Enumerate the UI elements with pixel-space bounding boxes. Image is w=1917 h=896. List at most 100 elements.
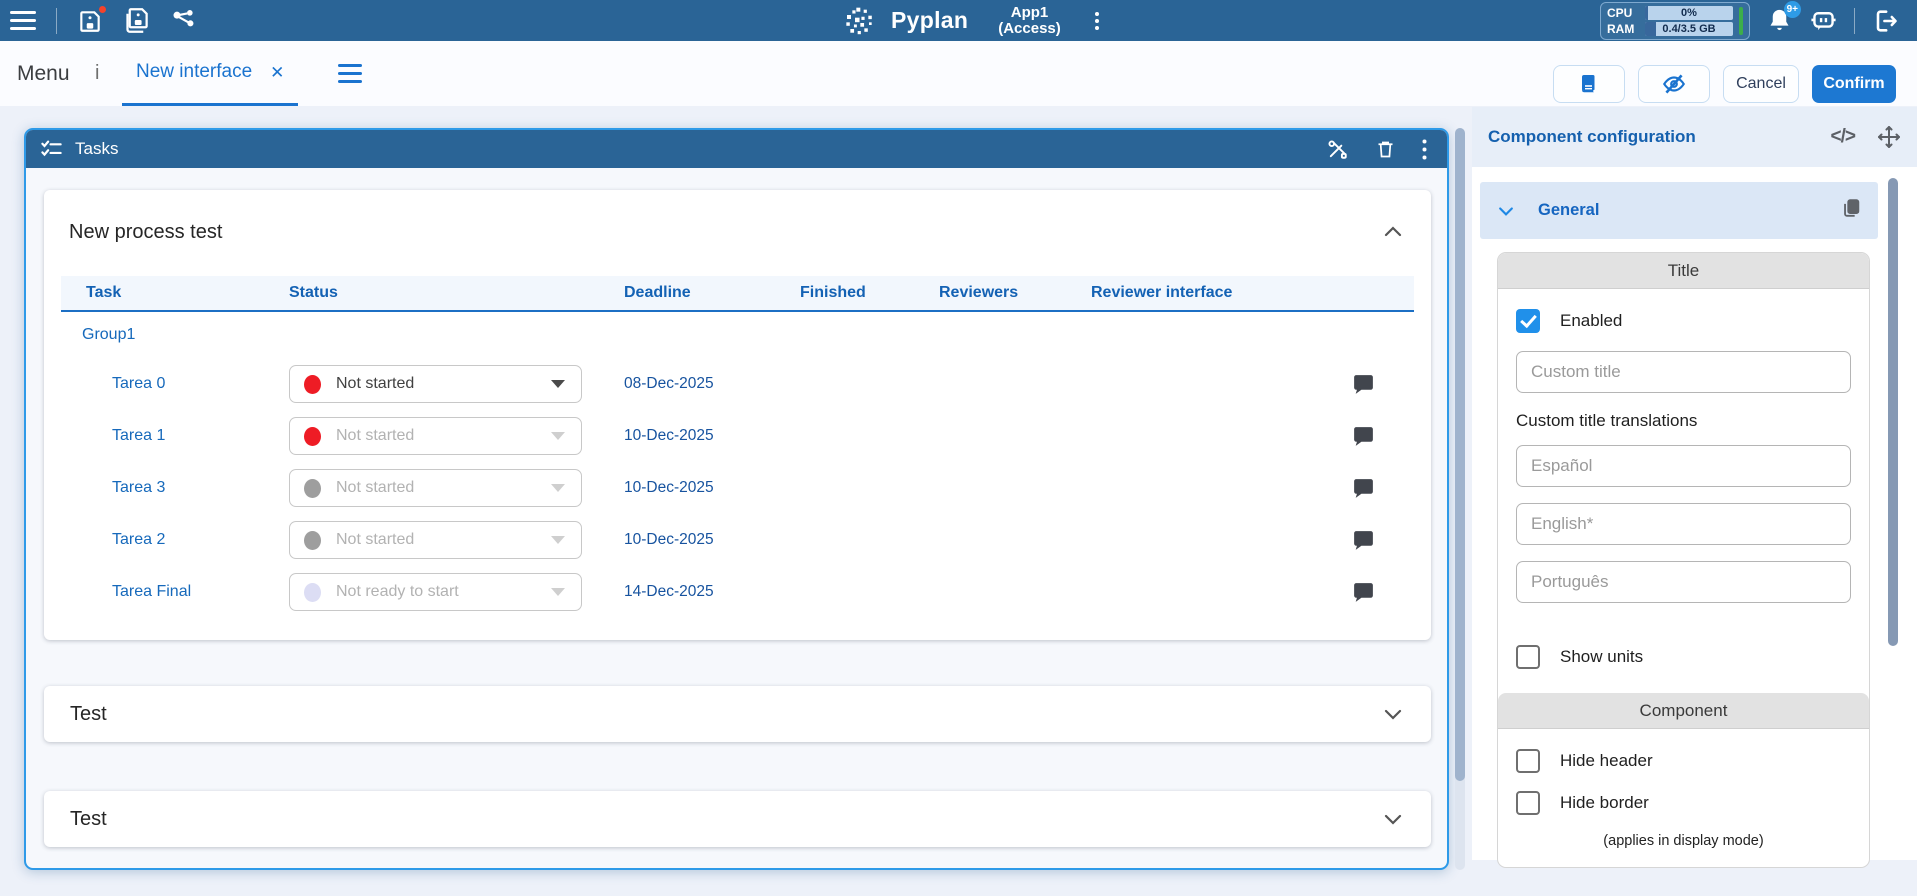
cancel-button[interactable]: Cancel bbox=[1723, 65, 1799, 103]
deadline-value: 10-Dec-2025 bbox=[624, 427, 800, 445]
checkbox-icon[interactable] bbox=[1516, 791, 1540, 815]
chevron-down-icon[interactable] bbox=[1381, 807, 1405, 831]
logout-icon[interactable] bbox=[1871, 7, 1899, 35]
cpu-label: CPU bbox=[1607, 6, 1639, 20]
process-title: New process test bbox=[69, 221, 222, 244]
general-section-header[interactable]: General bbox=[1480, 182, 1878, 239]
table-row: Tarea 0 Not started 08-Dec-2025 bbox=[61, 358, 1414, 410]
display-mode-note: (applies in display mode) bbox=[1516, 833, 1851, 853]
status-dropdown[interactable]: Not started bbox=[289, 521, 582, 559]
documentation-button[interactable] bbox=[1553, 65, 1625, 103]
app-selector[interactable]: App1 (Access) bbox=[998, 5, 1061, 37]
assistant-chat-icon[interactable] bbox=[1809, 6, 1838, 35]
status-dropdown[interactable]: Not started bbox=[289, 469, 582, 507]
component-configuration-sidebar: Component configuration </> General Titl… bbox=[1472, 107, 1917, 860]
engine-status-indicator bbox=[1739, 7, 1743, 35]
status-label: Not started bbox=[336, 427, 536, 445]
comment-icon[interactable] bbox=[1351, 476, 1376, 501]
save-icon[interactable] bbox=[77, 8, 103, 34]
title-enabled-checkbox[interactable]: Enabled bbox=[1516, 309, 1851, 333]
edit-tools-icon[interactable] bbox=[1326, 138, 1349, 161]
notifications-bell-icon[interactable]: 9+ bbox=[1766, 7, 1793, 34]
status-dropdown[interactable]: Not started bbox=[289, 365, 582, 403]
tab-new-interface[interactable]: New interface ✕ bbox=[122, 41, 298, 106]
status-dropdown[interactable]: Not ready to start bbox=[289, 573, 582, 611]
checkbox-label: Hide border bbox=[1560, 793, 1649, 813]
status-dropdown[interactable]: Not started bbox=[289, 417, 582, 455]
checkbox-icon[interactable] bbox=[1516, 309, 1540, 333]
code-editor-icon[interactable]: </> bbox=[1831, 126, 1855, 148]
checklist-icon bbox=[40, 138, 63, 161]
top-app-bar: Pyplan App1 (Access) CPU 0% RAM bbox=[0, 0, 1917, 41]
interface-list-icon[interactable] bbox=[338, 64, 362, 83]
checkbox-icon[interactable] bbox=[1516, 749, 1540, 773]
chevron-down-icon[interactable] bbox=[1381, 702, 1405, 726]
table-row: Tarea Final Not ready to start 14-Dec-20… bbox=[61, 566, 1414, 618]
column-finished: Finished bbox=[800, 284, 939, 302]
main-menu-icon[interactable] bbox=[10, 11, 36, 30]
comment-icon[interactable] bbox=[1351, 424, 1376, 449]
chevron-down-icon bbox=[1496, 201, 1516, 221]
chevron-up-icon[interactable] bbox=[1381, 220, 1405, 244]
main-scrollbar[interactable] bbox=[1455, 128, 1465, 870]
confirm-button[interactable]: Confirm bbox=[1812, 65, 1896, 103]
deadline-value: 14-Dec-2025 bbox=[624, 583, 800, 601]
comment-icon[interactable] bbox=[1351, 372, 1376, 397]
column-status: Status bbox=[289, 284, 624, 302]
status-label: Not started bbox=[336, 531, 536, 549]
checkbox-label: Show units bbox=[1560, 647, 1643, 667]
hide-header-checkbox[interactable]: Hide header bbox=[1516, 749, 1851, 773]
info-icon[interactable]: i bbox=[95, 41, 99, 106]
pyplan-logo-text: Pyplan bbox=[891, 7, 968, 34]
task-link[interactable]: Tarea 2 bbox=[61, 531, 289, 549]
panel-menu-kebab-icon[interactable] bbox=[1422, 139, 1427, 160]
title-es-input[interactable] bbox=[1516, 445, 1851, 487]
collapsed-section-test-2[interactable]: Test bbox=[44, 791, 1431, 847]
sidebar-title: Component configuration bbox=[1488, 127, 1696, 147]
book-icon bbox=[1577, 72, 1601, 96]
preview-toggle-button[interactable] bbox=[1638, 65, 1710, 103]
status-label: Not started bbox=[336, 479, 536, 497]
notifications-badge: 9+ bbox=[1784, 1, 1801, 18]
menu-label[interactable]: Menu bbox=[17, 41, 70, 106]
comment-icon[interactable] bbox=[1351, 580, 1376, 605]
panel-title: Tasks bbox=[75, 139, 118, 159]
main-scrollbar-thumb[interactable] bbox=[1455, 128, 1465, 781]
sidebar-scrollbar-thumb[interactable] bbox=[1888, 178, 1898, 646]
save-all-icon[interactable] bbox=[123, 7, 150, 34]
chevron-down-icon bbox=[551, 380, 565, 388]
hide-border-checkbox[interactable]: Hide border bbox=[1516, 791, 1851, 815]
interface-toolbar: Menu i New interface ✕ Cancel Confirm bbox=[0, 41, 1917, 106]
checkbox-icon[interactable] bbox=[1516, 645, 1540, 669]
move-icon[interactable] bbox=[1877, 125, 1901, 149]
table-row: Tarea 3 Not started 10-Dec-2025 bbox=[61, 462, 1414, 514]
title-en-input[interactable] bbox=[1516, 503, 1851, 545]
column-task: Task bbox=[61, 284, 289, 302]
copy-icon[interactable] bbox=[1840, 197, 1862, 224]
title-pt-input[interactable] bbox=[1516, 561, 1851, 603]
column-deadline: Deadline bbox=[624, 284, 800, 302]
collapsed-section-test-1[interactable]: Test bbox=[44, 686, 1431, 742]
status-dot-icon bbox=[304, 479, 321, 498]
table-row: Tarea 2 Not started 10-Dec-2025 bbox=[61, 514, 1414, 566]
process-section: New process test Task Status Deadline Fi… bbox=[44, 190, 1431, 640]
table-row: Tarea 1 Not started 10-Dec-2025 bbox=[61, 410, 1414, 462]
chevron-down-icon bbox=[551, 536, 565, 544]
app-menu-kebab-icon[interactable] bbox=[1095, 12, 1099, 30]
tab-close-icon[interactable]: ✕ bbox=[270, 64, 284, 81]
tasks-component-panel: Tasks New process test Task bbox=[24, 128, 1449, 870]
show-units-checkbox[interactable]: Show units bbox=[1516, 645, 1851, 669]
deadline-value: 08-Dec-2025 bbox=[624, 375, 800, 393]
delete-icon[interactable] bbox=[1375, 139, 1396, 160]
task-link[interactable]: Tarea 0 bbox=[61, 375, 289, 393]
custom-title-input[interactable] bbox=[1516, 351, 1851, 393]
task-link[interactable]: Tarea 3 bbox=[61, 479, 289, 497]
comment-icon[interactable] bbox=[1351, 528, 1376, 553]
section-title: Test bbox=[70, 703, 107, 726]
task-group-label[interactable]: Group1 bbox=[61, 312, 1414, 358]
task-link[interactable]: Tarea 1 bbox=[61, 427, 289, 445]
table-header-row: Task Status Deadline Finished Reviewers … bbox=[61, 276, 1414, 312]
status-dot-icon bbox=[304, 375, 321, 394]
task-link[interactable]: Tarea Final bbox=[61, 583, 289, 601]
model-share-icon[interactable] bbox=[170, 7, 198, 35]
